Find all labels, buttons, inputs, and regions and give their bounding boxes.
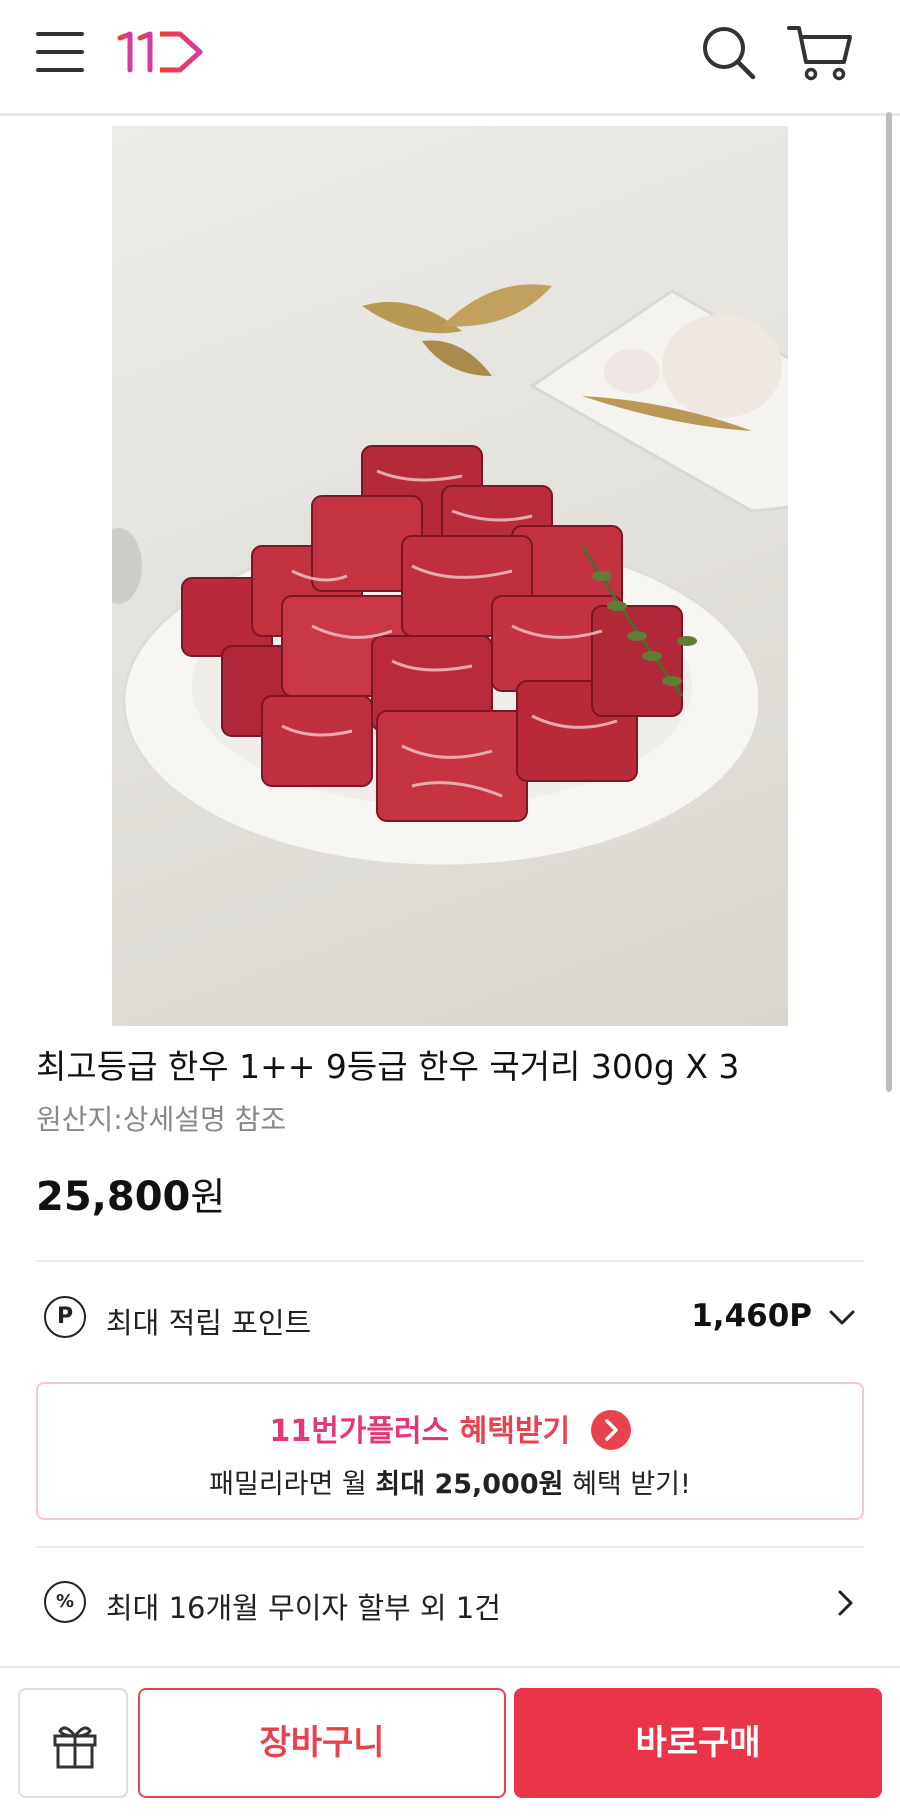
product-title: 최고등급 한우 1++ 9등급 한우 국거리 300g X 3 <box>36 1047 740 1086</box>
points-icon: P <box>44 1296 86 1338</box>
product-price: 25,800원 <box>36 1166 225 1221</box>
installment-label: 최대 16개월 무이자 할부 외 1건 <box>106 1591 501 1625</box>
bottom-action-bar: 장바구니 바로구매 <box>0 1666 900 1816</box>
installment-row[interactable]: % 최대 16개월 무이자 할부 외 1건 <box>36 1576 864 1636</box>
buy-now-button[interactable]: 바로구매 <box>514 1688 882 1798</box>
gift-icon <box>53 1726 97 1769</box>
search-icon[interactable] <box>700 24 758 82</box>
benefit-description: 패밀리라면 월 최대 25,000원 혜택 받기! <box>38 1462 862 1501</box>
points-value: 1,460P <box>691 1298 812 1334</box>
shopping-cart-icon[interactable] <box>786 22 856 84</box>
benefit-action: 혜택받기 <box>459 1414 571 1449</box>
eleven-street-logo[interactable] <box>116 28 206 76</box>
chevron-right-icon[interactable] <box>834 1588 856 1618</box>
hamburger-menu-icon[interactable] <box>36 30 86 74</box>
price-amount: 25,800 <box>36 1174 191 1220</box>
product-image <box>112 126 788 1026</box>
top-header <box>0 0 900 116</box>
benefit-sub-suffix: 혜택 받기! <box>563 1469 691 1500</box>
chevron-right-circle-icon[interactable] <box>590 1409 631 1450</box>
benefit-sub-bold: 최대 25,000원 <box>375 1469 564 1500</box>
divider <box>36 1260 864 1262</box>
benefit-brand: 11번가플러스 <box>269 1414 450 1449</box>
benefit-sub-prefix: 패밀리라면 월 <box>209 1469 376 1500</box>
percent-icon: % <box>44 1581 86 1623</box>
chevron-down-icon[interactable] <box>828 1306 856 1330</box>
benefit-headline: 11번가플러스 혜택받기 <box>38 1406 862 1453</box>
divider <box>36 1546 864 1548</box>
price-unit: 원 <box>190 1175 226 1219</box>
add-to-cart-button[interactable]: 장바구니 <box>138 1688 506 1798</box>
points-label: 최대 적립 포인트 <box>106 1306 312 1340</box>
eleven-plus-benefit-banner[interactable]: 11번가플러스 혜택받기 패밀리라면 월 최대 25,000원 혜택 받기! <box>36 1382 864 1520</box>
gift-button[interactable] <box>18 1688 128 1798</box>
max-points-row[interactable]: P 최대 적립 포인트 1,460P <box>36 1290 864 1352</box>
page-scrollbar[interactable] <box>886 112 892 1092</box>
product-origin: 원산지:상세설명 참조 <box>36 1103 287 1136</box>
